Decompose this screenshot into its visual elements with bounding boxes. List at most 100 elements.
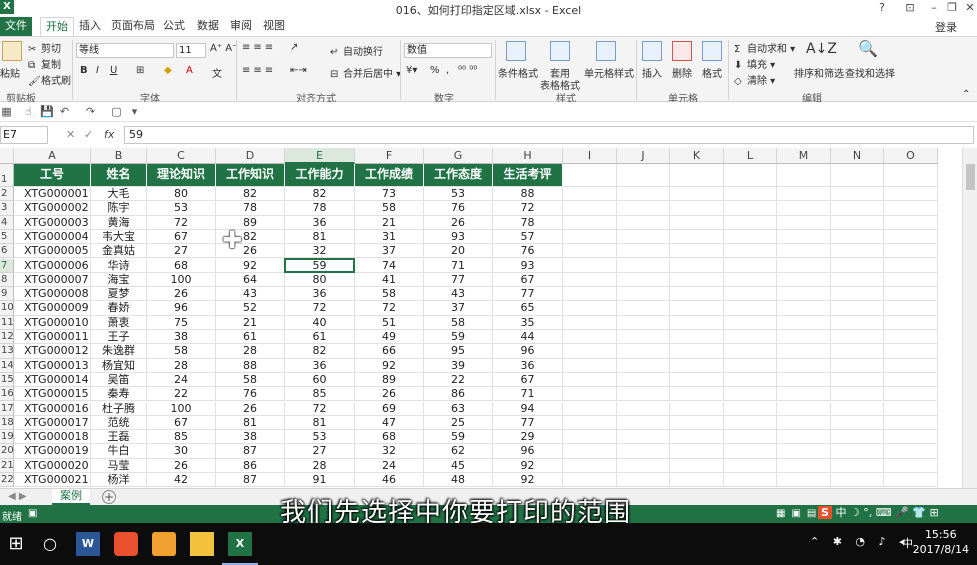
row-header[interactable]: 21 (0, 458, 14, 473)
tab-insert[interactable]: 插入 (76, 17, 104, 36)
table-cell[interactable]: 36 (285, 215, 355, 230)
empty-cell[interactable] (617, 401, 670, 416)
decimal-icons[interactable]: ⁰⁰ ⁰⁰ (458, 65, 477, 76)
empty-cell[interactable] (670, 215, 724, 230)
sort-filter-button[interactable]: 排序和筛选 (794, 65, 844, 80)
select-all-corner[interactable] (0, 148, 14, 164)
row-header[interactable]: 16 (0, 387, 14, 402)
clear-button[interactable]: ◇ 清除 ▾ (734, 72, 775, 88)
windows-start-icon[interactable]: ⊞ (4, 532, 28, 556)
table-cell[interactable]: 92 (355, 358, 424, 373)
empty-cell[interactable] (777, 358, 831, 373)
table-cell[interactable]: 94 (493, 401, 563, 416)
column-header[interactable]: D (216, 148, 285, 164)
empty-cell[interactable] (563, 258, 617, 273)
wrap-text-button[interactable]: ↵ 自动换行 (330, 43, 383, 59)
currency-icon[interactable]: ¥▾ (406, 65, 417, 76)
table-cell[interactable]: 82 (216, 187, 285, 202)
table-cell[interactable]: 72 (493, 201, 563, 216)
system-clock[interactable]: 15:56 2017/8/14 (913, 527, 969, 557)
worksheet-grid[interactable]: A B C D E F G H I J K L M N O 1 工号 姓名 理论知识 工作知识 工作能力 工作成绩 工作态度… (0, 148, 962, 488)
table-cell[interactable]: 43 (216, 287, 285, 302)
row-header[interactable]: 13 (0, 344, 14, 359)
table-cell[interactable]: 22 (147, 387, 216, 402)
empty-cell[interactable] (670, 229, 724, 245)
ime-toolbar[interactable]: S 中 ☽ °, ⌨ 🎤 👕 ⊞ (818, 504, 939, 522)
table-cell[interactable]: 24 (147, 372, 216, 388)
table-cell[interactable]: 64 (216, 272, 285, 288)
empty-cell[interactable] (831, 187, 884, 202)
table-cell[interactable]: 牛白 (91, 444, 147, 459)
empty-cell[interactable] (831, 258, 884, 273)
empty-cell[interactable] (831, 358, 884, 373)
column-header[interactable]: H (493, 148, 563, 164)
table-cell[interactable]: 96 (147, 301, 216, 316)
empty-cell[interactable] (831, 215, 884, 230)
table-cell[interactable]: XTG000003 (14, 215, 91, 230)
sign-in-link[interactable]: 登录 (935, 19, 957, 35)
empty-cell[interactable] (617, 215, 670, 230)
table-cell[interactable]: 吴笛 (91, 372, 147, 388)
tab-view[interactable]: 视图 (260, 17, 288, 36)
empty-cell[interactable] (617, 229, 670, 245)
table-cell[interactable]: 86 (424, 387, 493, 402)
table-cell[interactable]: 100 (147, 272, 216, 288)
table-cell[interactable]: 74 (355, 258, 424, 273)
column-header[interactable]: C (147, 148, 216, 164)
table-cell[interactable]: XTG000002 (14, 201, 91, 216)
empty-cell[interactable] (831, 458, 884, 473)
help-button[interactable]: ? (868, 0, 896, 17)
table-cell[interactable]: XTG000010 (14, 315, 91, 330)
empty-cell[interactable] (617, 444, 670, 459)
copy-button[interactable]: ⧉ 复制 (28, 56, 61, 72)
empty-cell[interactable] (831, 401, 884, 416)
table-cell[interactable]: XTG000011 (14, 330, 91, 345)
empty-cell[interactable] (670, 301, 724, 316)
empty-cell[interactable] (617, 301, 670, 316)
empty-cell[interactable] (777, 272, 831, 288)
table-cell[interactable]: 72 (147, 215, 216, 230)
table-cell[interactable]: 78 (285, 201, 355, 216)
file-explorer-icon[interactable] (190, 532, 214, 556)
excel-mini-icon[interactable]: ▦ (0, 105, 13, 118)
table-cell[interactable]: 38 (216, 430, 285, 445)
table-header-cell[interactable]: 姓名 (91, 164, 147, 187)
row-header[interactable]: 12 (0, 330, 14, 345)
tab-data[interactable]: 数据 (194, 17, 222, 36)
empty-cell[interactable] (884, 358, 938, 373)
table-header-cell[interactable]: 工作态度 (424, 164, 493, 187)
column-header[interactable]: M (777, 148, 831, 164)
empty-cell[interactable] (831, 415, 884, 431)
collapse-ribbon-icon[interactable]: ⌃ (962, 89, 970, 100)
table-cell[interactable]: XTG000008 (14, 287, 91, 302)
empty-cell[interactable] (617, 201, 670, 216)
empty-cell[interactable] (563, 344, 617, 359)
empty-cell[interactable] (670, 330, 724, 345)
cell-styles-button[interactable]: 单元格样式 (584, 65, 634, 80)
row-header[interactable]: 15 (0, 372, 14, 388)
empty-cell[interactable] (831, 201, 884, 216)
table-cell[interactable]: 61 (216, 330, 285, 345)
table-cell[interactable]: 80 (285, 272, 355, 288)
empty-cell[interactable] (670, 287, 724, 302)
table-cell[interactable]: 86 (216, 458, 285, 473)
table-cell[interactable]: 58 (355, 201, 424, 216)
add-sheet-button[interactable]: + (102, 490, 116, 504)
table-cell[interactable]: 58 (355, 287, 424, 302)
empty-cell[interactable] (617, 415, 670, 431)
row-header[interactable]: 1 (0, 164, 14, 187)
enter-icon[interactable]: ✓ (84, 128, 93, 141)
table-cell[interactable]: 52 (216, 301, 285, 316)
column-header[interactable]: G (424, 148, 493, 164)
word-app-icon[interactable]: W (76, 532, 100, 556)
empty-cell[interactable] (884, 387, 938, 402)
phonetic-icon[interactable]: 文 (212, 65, 222, 80)
table-cell[interactable]: XTG000012 (14, 344, 91, 359)
table-cell[interactable]: 53 (147, 201, 216, 216)
table-cell[interactable]: 王子 (91, 330, 147, 345)
table-cell[interactable]: 37 (355, 244, 424, 259)
table-cell[interactable]: 57 (493, 229, 563, 245)
table-cell[interactable]: 59 (424, 330, 493, 345)
table-cell[interactable]: 95 (424, 344, 493, 359)
table-cell[interactable]: 萧衷 (91, 315, 147, 330)
